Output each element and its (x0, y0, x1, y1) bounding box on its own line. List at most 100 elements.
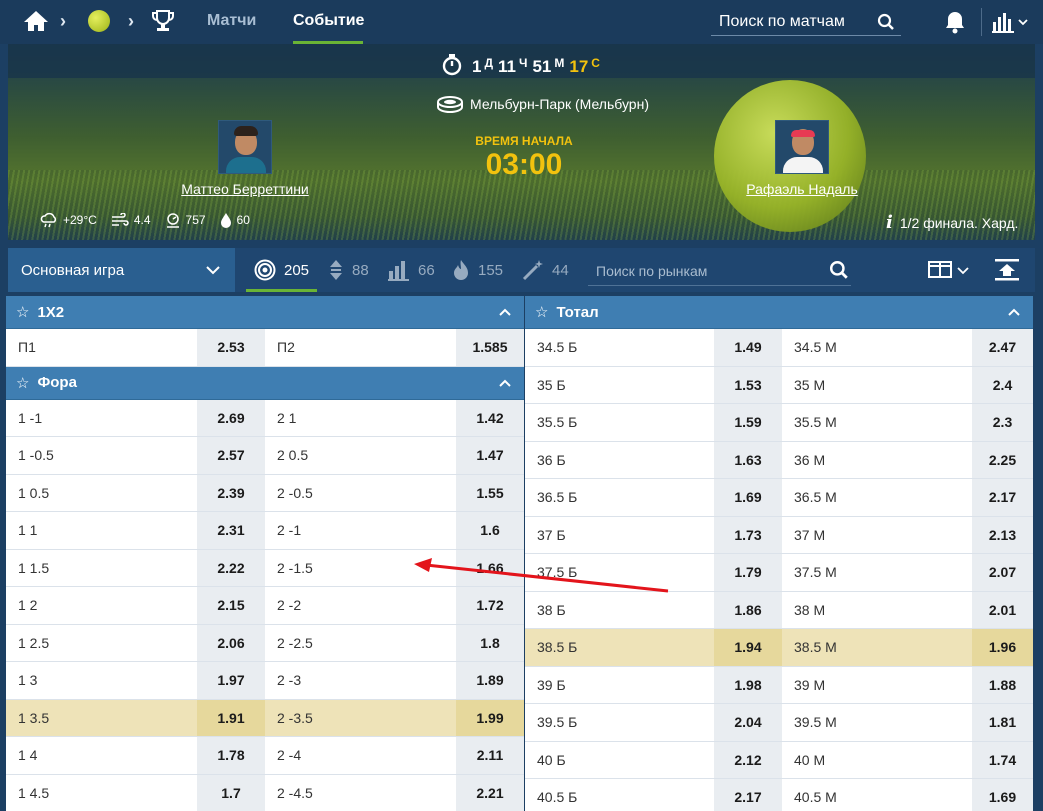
odds-button[interactable]: 2.11 (456, 737, 524, 774)
odds-button[interactable]: 2.4 (972, 366, 1033, 403)
odds-button[interactable]: 1.69 (714, 479, 782, 516)
odds-button[interactable]: 1.73 (714, 516, 782, 553)
odds-button[interactable]: 1.6 (456, 512, 524, 549)
collapse-all-button[interactable] (994, 258, 1020, 287)
odds-button[interactable]: 1.86 (714, 591, 782, 628)
odds-button[interactable]: 1.47 (456, 437, 524, 474)
odds-button[interactable]: 1.585 (456, 329, 524, 366)
market-row: 1 1 2.31 2 -1 1.6 (6, 512, 524, 550)
odds-button[interactable]: 1.8 (456, 624, 524, 661)
outcome-label: 1 -0.5 (18, 447, 54, 464)
info-icon[interactable]: i (886, 212, 893, 233)
odds-button[interactable]: 1.66 (456, 549, 524, 586)
market-row: 1 0.5 2.39 2 -0.5 1.55 (6, 474, 524, 512)
odds-button[interactable]: 2.01 (972, 591, 1033, 628)
star-icon[interactable]: ☆ (16, 303, 29, 321)
odds-button[interactable]: 2.39 (197, 474, 265, 511)
market-group-select[interactable]: Основная игра (8, 248, 235, 292)
odds-button[interactable]: 1.55 (456, 474, 524, 511)
market-header-total[interactable]: ☆ Тотал (525, 296, 1033, 329)
filter-hot[interactable]: 155 (452, 248, 503, 292)
chevron-up-icon[interactable] (498, 306, 512, 318)
odds-button[interactable]: 2.12 (714, 741, 782, 778)
market-row: 1 3.5 1.91 2 -3.5 1.99 (6, 699, 524, 737)
odds-button[interactable]: 1.72 (456, 587, 524, 624)
odds-button[interactable]: 2.15 (197, 587, 265, 624)
odds-button[interactable]: 1.53 (714, 366, 782, 403)
player-2: Рафаэль Надаль (732, 120, 872, 197)
tab-matches[interactable]: Матчи (207, 12, 256, 30)
odds-button[interactable]: 2.47 (972, 329, 1033, 366)
outcome-label: 35.5 Б (537, 414, 578, 431)
outcome-label: 37.5 Б (537, 564, 578, 581)
odds-button[interactable]: 1.94 (714, 629, 782, 666)
search-icon[interactable] (877, 13, 895, 31)
odds-button[interactable]: 1.63 (714, 441, 782, 478)
odds-button[interactable]: 1.79 (714, 554, 782, 591)
odds-button[interactable]: 2.69 (197, 399, 265, 436)
odds-button[interactable]: 2.17 (714, 779, 782, 811)
outcome-label: 40.5 М (794, 789, 837, 806)
odds-button[interactable]: 1.96 (972, 629, 1033, 666)
markets-right-column: ☆ Тотал 34.5 Б 1.49 34.5 М 2.47 35 Б 1.53 35 М… (525, 296, 1033, 811)
odds-button[interactable]: 1.81 (972, 704, 1033, 741)
odds-button[interactable]: 1.42 (456, 399, 524, 436)
star-icon[interactable]: ☆ (535, 303, 548, 321)
odds-button[interactable]: 1.59 (714, 404, 782, 441)
filter-all-markets[interactable]: 205 (245, 248, 318, 292)
odds-button[interactable]: 2.06 (197, 624, 265, 661)
player-2-name[interactable]: Рафаэль Надаль (746, 181, 857, 197)
tournament-round: i 1/2 финала. Хард. (886, 212, 1018, 233)
market-group-value: Основная игра (21, 261, 125, 279)
filter-specials[interactable]: 44 (522, 248, 569, 292)
odds-button[interactable]: 1.78 (197, 737, 265, 774)
odds-button[interactable]: 2.31 (197, 512, 265, 549)
odds-button[interactable]: 1.74 (972, 741, 1033, 778)
odds-button[interactable]: 2.3 (972, 404, 1033, 441)
star-icon[interactable]: ☆ (16, 374, 29, 392)
search-icon[interactable] (829, 260, 849, 280)
odds-button[interactable]: 1.69 (972, 779, 1033, 811)
outcome-label: 2 -1.5 (277, 559, 313, 576)
odds-button[interactable]: 2.21 (456, 774, 524, 811)
odds-button[interactable]: 2.07 (972, 554, 1033, 591)
outcome-label: 38.5 М (794, 639, 837, 656)
chevron-up-icon[interactable] (1007, 306, 1021, 318)
bell-icon[interactable] (944, 10, 966, 34)
tab-event[interactable]: Событие (293, 12, 364, 30)
stats-menu-icon[interactable] (992, 10, 1030, 34)
player-1-name[interactable]: Маттео Берреттини (181, 181, 309, 197)
chevron-up-icon[interactable] (498, 377, 512, 389)
odds-button[interactable]: 1.88 (972, 666, 1033, 703)
market-row: 36 Б 1.63 36 М 2.25 (525, 441, 1033, 479)
filter-handicaps[interactable]: 66 (388, 248, 435, 292)
odds-button[interactable]: 1.49 (714, 329, 782, 366)
trophy-icon[interactable] (151, 9, 175, 33)
match-search-input[interactable]: Поиск по матчам (711, 9, 901, 36)
odds-button[interactable]: 2.13 (972, 516, 1033, 553)
odds-button[interactable]: 1.97 (197, 662, 265, 699)
market-header-1x2[interactable]: ☆ 1X2 (6, 296, 524, 329)
odds-button[interactable]: 1.98 (714, 666, 782, 703)
odds-button[interactable]: 1.99 (456, 699, 524, 736)
odds-button[interactable]: 2.22 (197, 549, 265, 586)
market-header-handicap[interactable]: ☆ Фора (6, 366, 524, 400)
market-row: 1 -1 2.69 2 1 1.42 (6, 399, 524, 437)
outcome-label: 2 -3 (277, 672, 302, 689)
outcome-label: 36.5 М (794, 489, 837, 506)
odds-button[interactable]: 2.04 (714, 704, 782, 741)
odds-button[interactable]: 1.7 (197, 774, 265, 811)
home-icon[interactable] (23, 9, 49, 33)
layout-toggle[interactable] (928, 260, 974, 285)
outcome-label: 35.5 М (794, 414, 837, 431)
filter-totals[interactable]: 88 (328, 248, 369, 292)
odds-button[interactable]: 2.17 (972, 479, 1033, 516)
market-search-input[interactable]: Поиск по рынкам (588, 256, 851, 286)
odds-button[interactable]: 2.53 (197, 329, 265, 366)
odds-button[interactable]: 1.91 (197, 699, 265, 736)
tennis-ball-icon[interactable] (88, 10, 110, 32)
outcome-label: 39 М (794, 676, 826, 693)
odds-button[interactable]: 1.89 (456, 662, 524, 699)
odds-button[interactable]: 2.25 (972, 441, 1033, 478)
odds-button[interactable]: 2.57 (197, 437, 265, 474)
